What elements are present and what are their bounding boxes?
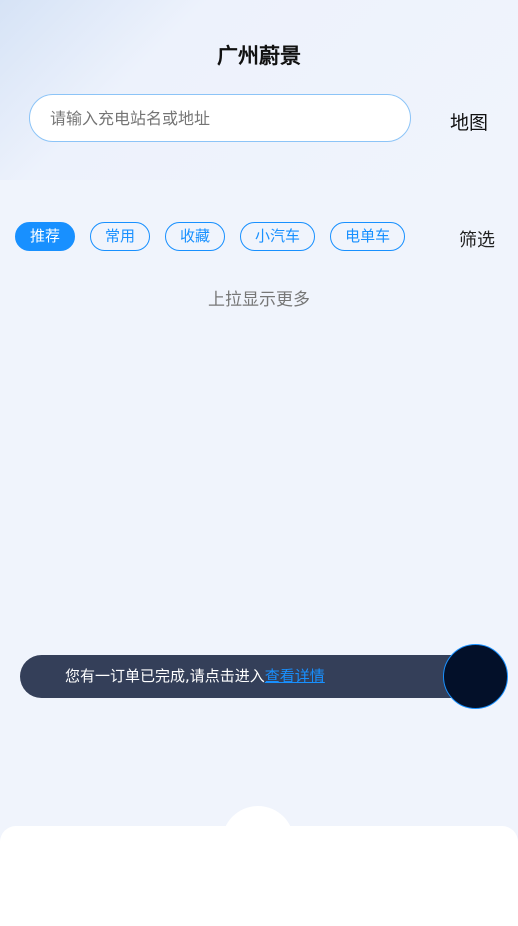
tab-car[interactable]: 小汽车	[240, 222, 316, 251]
tab-frequent[interactable]: 常用	[90, 222, 151, 251]
tab-ebike[interactable]: 电单车	[330, 222, 406, 251]
view-details-link[interactable]: 查看详情	[265, 667, 325, 685]
header-background	[0, 0, 518, 180]
notice-avatar-button[interactable]	[443, 644, 508, 709]
search-input[interactable]	[29, 94, 411, 142]
tab-recommended[interactable]: 推荐	[15, 222, 76, 251]
map-button[interactable]: 地图	[450, 108, 488, 135]
page-title: 广州蔚景	[217, 44, 301, 68]
bottom-panel	[0, 826, 518, 926]
load-more-hint: 上拉显示更多	[208, 290, 310, 310]
order-notice-bar: 您有一订单已完成,请点击进入查看详情	[20, 655, 490, 698]
tab-favorites[interactable]: 收藏	[165, 222, 226, 251]
filter-button[interactable]: 筛选	[459, 226, 495, 252]
category-tabs: 推荐 常用 收藏 小汽车 电单车	[15, 222, 406, 251]
notice-text: 您有一订单已完成,请点击进入	[65, 667, 265, 685]
